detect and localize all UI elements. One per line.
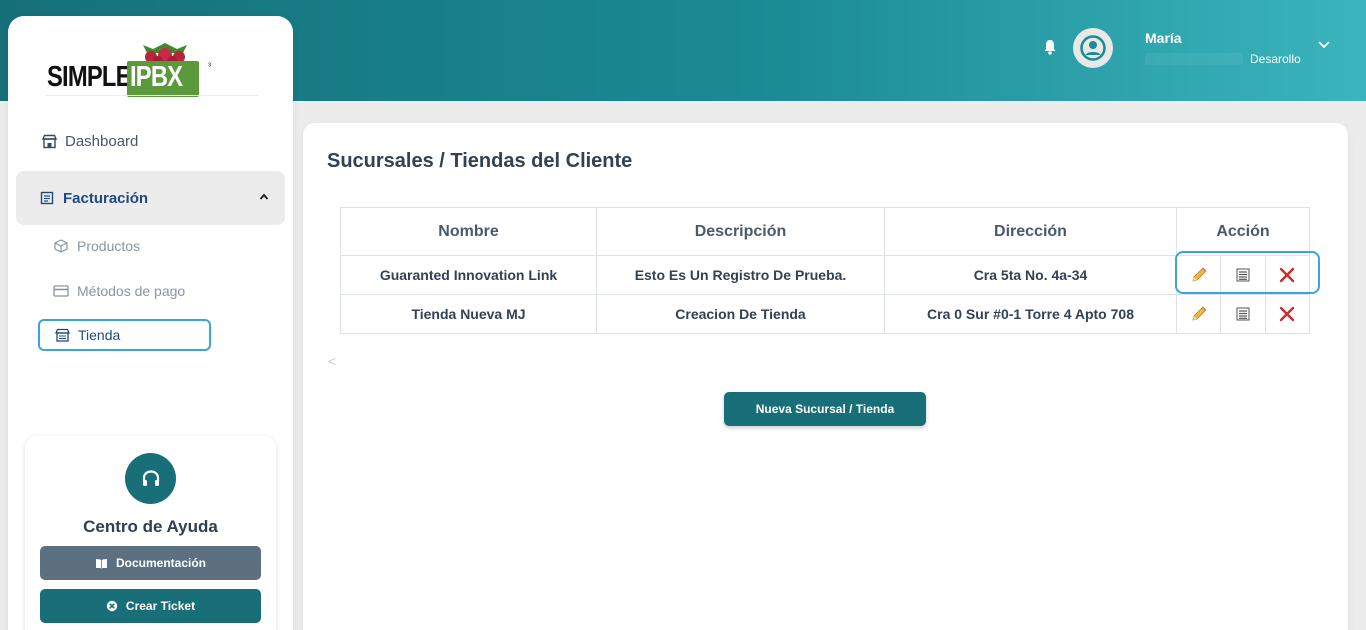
pencil-icon [1192, 267, 1207, 282]
view-details-button[interactable] [1221, 295, 1266, 333]
page-title: Sucursales / Tiendas del Cliente [327, 150, 633, 172]
shop-icon [54, 327, 70, 343]
create-ticket-button[interactable]: Crear Ticket [40, 589, 261, 623]
pagination-prev[interactable]: < [328, 353, 336, 369]
column-header-descripcion: Descripción [596, 207, 885, 256]
ticket-icon [106, 600, 118, 612]
table-header-row: Nombre Descripción Dirección Acción [340, 207, 1310, 256]
sidebar-divider [46, 95, 258, 96]
sidebar-item-label: Tienda [78, 327, 121, 343]
cell-nombre: Tienda Nueva MJ [340, 294, 597, 334]
logo[interactable]: SIMPLE IPBX ³ [47, 41, 217, 101]
cell-acciones [1176, 294, 1310, 334]
help-center-card: Centro de Ayuda Documentación Crear Tick… [25, 436, 276, 630]
cell-direccion: Cra 5ta No. 4a-34 [884, 255, 1177, 295]
table-row: Tienda Nueva MJ Creacion De Tienda Cra 0… [340, 294, 1310, 334]
chevron-down-icon[interactable] [1317, 40, 1331, 50]
create-ticket-label: Crear Ticket [125, 599, 196, 613]
user-avatar-icon [1080, 35, 1106, 61]
list-icon [1236, 268, 1250, 282]
logo-text-simple: SIMPLE [47, 61, 131, 93]
documentation-label: Documentación [115, 556, 206, 570]
sidebar-item-metodos-pago[interactable]: Métodos de pago [53, 283, 185, 299]
sidebar-item-label: Facturación [63, 189, 149, 207]
user-name: María [1145, 30, 1182, 46]
logo-text-ipbx: IPBX [130, 61, 183, 93]
help-title: Centro de Ayuda [83, 517, 218, 536]
logo-mark: ³ [208, 61, 211, 71]
edit-button[interactable] [1177, 295, 1222, 333]
delete-x-icon [1280, 267, 1295, 283]
store-icon [41, 134, 57, 150]
sidebar: SIMPLE IPBX ³ Dashboard Facturación Prod… [8, 16, 293, 630]
sidebar-item-facturacion[interactable]: Facturación [16, 171, 285, 225]
cell-direccion: Cra 0 Sur #0-1 Torre 4 Apto 708 [884, 294, 1177, 334]
chevron-up-icon [259, 193, 269, 200]
user-avatar[interactable] [1073, 28, 1113, 68]
bell-icon[interactable] [1043, 39, 1057, 55]
delete-button[interactable] [1266, 295, 1309, 333]
user-email-redacted [1145, 53, 1243, 65]
column-header-direccion: Dirección [884, 207, 1177, 256]
sidebar-item-label: Métodos de pago [77, 283, 186, 299]
book-icon [95, 558, 107, 568]
cell-descripcion: Esto Es Un Registro De Prueba. [596, 255, 885, 295]
sidebar-item-label: Dashboard [65, 133, 139, 150]
branches-table: Nombre Descripción Dirección Acción Guar… [340, 207, 1310, 334]
column-header-accion: Acción [1176, 207, 1310, 256]
column-header-nombre: Nombre [340, 207, 597, 256]
cell-descripcion: Creacion De Tienda [596, 294, 885, 334]
invoice-icon [39, 190, 55, 206]
edit-button[interactable] [1177, 256, 1222, 294]
headset-icon [125, 453, 176, 504]
credit-card-icon [53, 283, 69, 299]
box-icon [53, 238, 69, 254]
table-row: Guaranted Innovation Link Esto Es Un Reg… [340, 255, 1310, 295]
documentation-button[interactable]: Documentación [40, 546, 261, 580]
delete-x-icon [1280, 306, 1295, 322]
list-icon [1236, 307, 1250, 321]
cell-acciones [1176, 255, 1310, 295]
sidebar-item-tienda[interactable]: Tienda [38, 319, 211, 351]
user-role: Desarollo [1250, 52, 1301, 66]
sidebar-item-productos[interactable]: Productos [53, 238, 140, 254]
sidebar-item-dashboard[interactable]: Dashboard [41, 133, 138, 150]
view-details-button[interactable] [1221, 256, 1266, 294]
new-branch-button[interactable]: Nueva Sucursal / Tienda [724, 392, 926, 426]
sidebar-item-label: Productos [77, 238, 141, 254]
pencil-icon [1192, 306, 1207, 321]
cell-nombre: Guaranted Innovation Link [340, 255, 597, 295]
main-card: Sucursales / Tiendas del Cliente Nombre … [303, 123, 1348, 630]
delete-button[interactable] [1266, 256, 1309, 294]
